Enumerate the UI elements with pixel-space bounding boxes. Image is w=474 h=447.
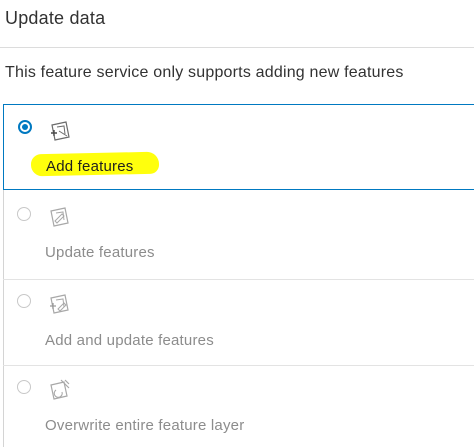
- dialog-header: Update data: [0, 0, 474, 48]
- add-features-icon: [51, 121, 70, 141]
- add-update-features-icon: [50, 294, 69, 314]
- service-support-message: This feature service only supports addin…: [5, 64, 404, 81]
- radio-unselected-icon: [17, 294, 31, 308]
- option-label: Add features: [46, 158, 134, 175]
- option-overwrite-layer: Overwrite entire feature layer: [3, 366, 474, 447]
- option-label: Overwrite entire feature layer: [45, 417, 245, 434]
- option-label: Update features: [45, 244, 155, 261]
- dialog-title: Update data: [5, 8, 106, 28]
- update-features-icon: [50, 207, 69, 227]
- radio-unselected-icon: [17, 207, 31, 221]
- option-label: Add and update features: [45, 332, 214, 349]
- radio-unselected-icon: [17, 380, 31, 394]
- option-update-features: Update features: [3, 190, 474, 280]
- update-options-list: Add features Update features Add and upd…: [3, 104, 474, 447]
- option-add-update-features: Add and update features: [3, 280, 474, 366]
- overwrite-layer-icon: [50, 379, 70, 400]
- option-add-features[interactable]: Add features: [3, 104, 474, 190]
- radio-selected-icon[interactable]: [18, 120, 32, 134]
